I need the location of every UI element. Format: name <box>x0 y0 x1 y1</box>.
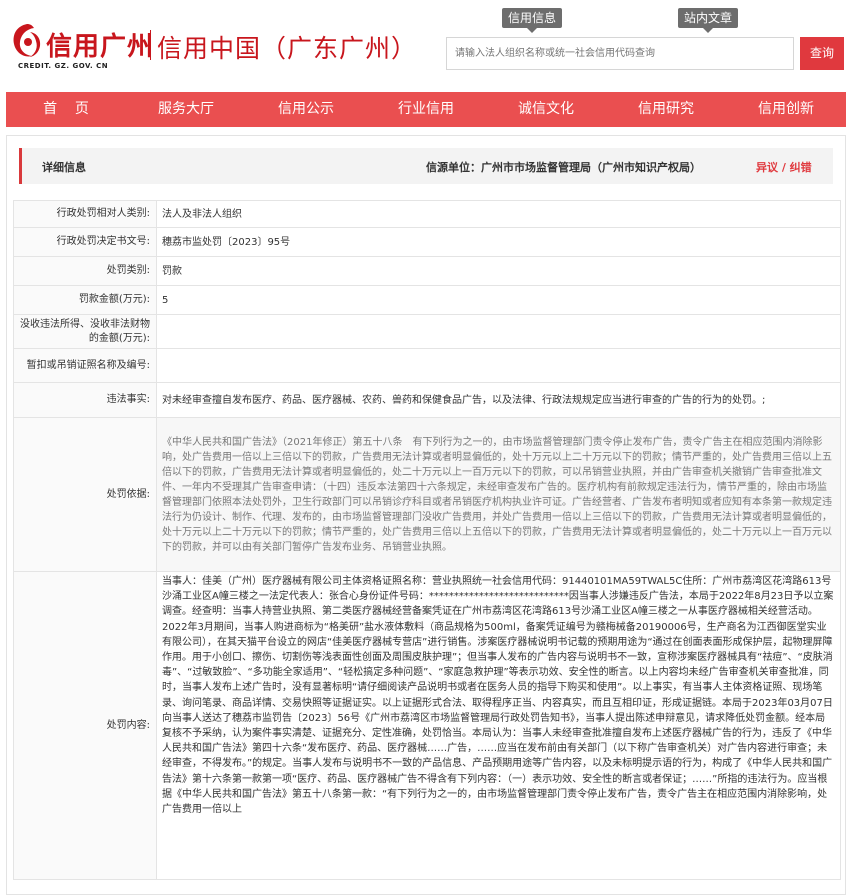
table-row: 处罚内容: 当事人：佳美（广州）医疗器械有限公司主体资格证照名称：营业执照统一社… <box>13 571 841 880</box>
row-label: 行政处罚决定书文号: <box>13 227 157 257</box>
feedback-link[interactable]: 异议 / 纠错 <box>756 159 812 175</box>
row-value <box>156 348 841 383</box>
row-value <box>156 314 841 349</box>
credit-info-tab[interactable]: 信用信息 <box>502 8 563 33</box>
detail-panel: 详细信息 信源单位：广州市市场监督管理局（广州市知识产权局） 异议 / 纠错 行… <box>6 135 846 895</box>
row-value: 《中华人民共和国广告法》（2021年修正）第五十八条 有下列行为之一的，由市场监… <box>156 417 841 572</box>
panel-title: 详细信息 <box>42 161 86 174</box>
table-row: 行政处罚相对人类别: 法人及非法人组织 <box>13 200 841 228</box>
penalty-content-text: 当事人：佳美（广州）医疗器械有限公司主体资格证照名称：营业执照统一社会信用代码：… <box>162 576 834 816</box>
logo-english-text: CREDIT. GZ. GOV. CN <box>18 62 109 70</box>
table-row: 罚款金额(万元): 5 <box>13 285 841 315</box>
site-articles-tab[interactable]: 站内文章 <box>678 8 739 33</box>
table-row: 暂扣或吊销证照名称及编号: <box>13 348 841 383</box>
row-label: 行政处罚相对人类别: <box>13 200 157 228</box>
row-value: 当事人：佳美（广州）医疗器械有限公司主体资格证照名称：营业执照统一社会信用代码：… <box>156 571 841 880</box>
site-name: 信用中国（广东广州） <box>157 34 418 63</box>
logo-divider <box>150 30 151 60</box>
main-nav: 首 页 服务大厅 信用公示 行业信用 诚信文化 信用研究 信用创新 <box>6 92 846 127</box>
credit-logo-icon <box>13 24 41 57</box>
row-value: 法人及非法人组织 <box>156 200 841 228</box>
panel-header: 详细信息 信源单位：广州市市场监督管理局（广州市知识产权局） 异议 / 纠错 <box>19 148 833 184</box>
table-row: 行政处罚决定书文号: 穗荔市监处罚〔2023〕95号 <box>13 227 841 257</box>
search-button[interactable]: 查询 <box>800 37 844 70</box>
row-label: 没收违法所得、没收非法财物的金额(万元): <box>13 314 157 349</box>
row-label: 处罚类别: <box>13 256 157 286</box>
nav-item-service-hall[interactable]: 服务大厅 <box>126 92 246 127</box>
table-row: 处罚类别: 罚款 <box>13 256 841 286</box>
row-label: 违法事实: <box>13 382 157 418</box>
search-input[interactable] <box>446 37 794 70</box>
nav-item-credit-innovation[interactable]: 信用创新 <box>726 92 846 127</box>
nav-item-credit-research[interactable]: 信用研究 <box>606 92 726 127</box>
logo-text: 信用广州 <box>46 32 155 62</box>
table-row: 没收违法所得、没收非法财物的金额(万元): <box>13 314 841 349</box>
site-header: 信用广州 CREDIT. GZ. GOV. CN 信用中国（广东广州） 信用信息… <box>0 0 852 92</box>
table-row: 违法事实: 对未经审查擅自发布医疗、药品、医疗器械、农药、兽药和保健食品广告，以… <box>13 382 841 418</box>
nav-item-credit-publicity[interactable]: 信用公示 <box>246 92 366 127</box>
row-value: 罚款 <box>156 256 841 286</box>
row-label: 罚款金额(万元): <box>13 285 157 315</box>
nav-item-home[interactable]: 首 页 <box>6 92 126 127</box>
row-label: 暂扣或吊销证照名称及编号: <box>13 348 157 383</box>
source-unit: 信源单位：广州市市场监督管理局（广州市知识产权局） <box>426 161 701 174</box>
detail-table: 行政处罚相对人类别: 法人及非法人组织 行政处罚决定书文号: 穗荔市监处罚〔20… <box>13 200 841 880</box>
row-label: 处罚依据: <box>13 417 157 572</box>
row-value: 对未经审查擅自发布医疗、药品、医疗器械、农药、兽药和保健食品广告，以及法律、行政… <box>156 382 841 418</box>
row-value: 穗荔市监处罚〔2023〕95号 <box>156 227 841 257</box>
nav-item-integrity-culture[interactable]: 诚信文化 <box>486 92 606 127</box>
row-value: 5 <box>156 285 841 315</box>
table-row: 处罚依据: 《中华人民共和国广告法》（2021年修正）第五十八条 有下列行为之一… <box>13 417 841 572</box>
row-label: 处罚内容: <box>13 571 157 880</box>
nav-item-industry-credit[interactable]: 行业信用 <box>366 92 486 127</box>
